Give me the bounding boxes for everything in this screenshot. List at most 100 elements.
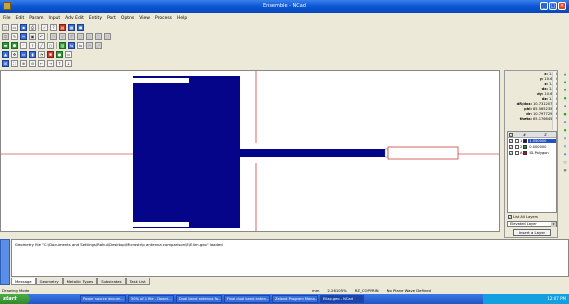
off-icon[interactable]: ◼ <box>77 23 84 31</box>
taskbar-item[interactable]: Dual band antenna fo... <box>176 295 222 303</box>
p2-icon[interactable]: ▢ <box>86 32 93 40</box>
p3-icon[interactable]: ▢ <box>95 32 102 40</box>
menu-process[interactable]: Process <box>155 16 172 21</box>
open-folder-icon[interactable]: ▭ <box>11 23 18 31</box>
tool-icon[interactable]: ● <box>563 128 568 133</box>
copy-icon[interactable]: ⧉ <box>2 32 9 40</box>
tool-icon[interactable]: ▬ <box>563 120 568 125</box>
menu-port[interactable]: Port <box>107 16 116 21</box>
tab-metallic-types[interactable]: Metallic Types <box>62 278 98 285</box>
tool-icon[interactable]: ◖ <box>563 144 568 149</box>
p1-icon[interactable]: ▢ <box>77 32 84 40</box>
antenna-icon[interactable]: ● <box>56 50 63 58</box>
zoom-in-icon[interactable]: ⊕ <box>20 59 27 67</box>
layer-lock-checkbox[interactable] <box>515 139 519 143</box>
port-icon[interactable]: ▮ <box>29 50 36 58</box>
tab-message[interactable]: Message <box>11 278 36 285</box>
path-icon[interactable]: ⌇ <box>29 41 36 49</box>
tool-icon[interactable]: ◗ <box>563 136 568 141</box>
rotate-icon[interactable]: ⟳ <box>86 41 93 49</box>
pan-up-icon[interactable]: ↑ <box>56 59 63 67</box>
select-icon[interactable]: ▲ <box>2 50 9 58</box>
grid-icon[interactable]: # <box>68 32 75 40</box>
zoom-fit-icon[interactable]: ⛶ <box>11 59 18 67</box>
minimize-button[interactable]: _ <box>540 2 548 10</box>
scale-icon[interactable]: ⤢ <box>95 41 102 49</box>
via-icon[interactable]: ○ <box>47 41 54 49</box>
layer-lock-checkbox[interactable] <box>515 151 519 155</box>
insert-layer-button[interactable]: Insert a Layer <box>513 229 551 236</box>
tool-icon[interactable]: ▲ <box>563 72 568 77</box>
menu-help[interactable]: Help <box>177 16 187 21</box>
snap-icon[interactable]: ⌖ <box>59 32 66 40</box>
undo-icon[interactable]: ↶ <box>38 32 45 40</box>
line-icon[interactable]: ╱ <box>38 41 45 49</box>
radius-icon[interactable]: ◔ <box>38 50 45 58</box>
move-icon[interactable]: ✥ <box>11 50 18 58</box>
box-icon[interactable]: ▭ <box>65 50 72 58</box>
reference-icon[interactable]: ✱ <box>47 50 54 58</box>
layers-icon[interactable]: ▤ <box>59 23 66 31</box>
layer-color-swatch[interactable] <box>523 151 528 155</box>
stretch-icon[interactable]: ⇔ <box>20 50 27 58</box>
tool-icon[interactable]: ▼ <box>563 88 568 93</box>
tab-geometry[interactable]: Geometry <box>35 278 63 285</box>
message-panel-handle[interactable] <box>0 239 10 285</box>
polygon-icon[interactable]: ⬟ <box>11 41 18 49</box>
pan-left-icon[interactable]: ← <box>38 59 45 67</box>
list-all-checkbox[interactable]: ✓ <box>508 215 512 219</box>
redo-icon[interactable]: ↷ <box>50 32 57 40</box>
layer-row[interactable]: ✓ A ID-Polygon <box>508 150 556 156</box>
taskbar-item[interactable]: Power source docum... <box>80 295 126 303</box>
layer-lock-checkbox[interactable] <box>515 145 519 149</box>
geometry-view[interactable] <box>1 71 500 232</box>
tool-icon[interactable]: ▦ <box>563 168 568 173</box>
paste-icon[interactable]: ▣ <box>29 32 36 40</box>
zoom-box-icon[interactable]: ⊞ <box>2 59 9 67</box>
list-all-layers-option[interactable]: ✓ List All Layers <box>507 214 557 220</box>
tool-icon[interactable]: ◫ <box>563 160 568 165</box>
chevron-down-icon[interactable]: ▾ <box>551 222 556 227</box>
menu-param[interactable]: Param <box>29 16 43 21</box>
drawing-canvas[interactable] <box>0 70 500 232</box>
taskbar-item[interactable]: Zeland Program Mana... <box>272 295 318 303</box>
tool-icon[interactable]: ■ <box>563 112 568 117</box>
gds-icon[interactable]: ▦ <box>68 23 75 31</box>
tab-substrates[interactable]: Substrates <box>97 278 126 285</box>
menu-input[interactable]: Input <box>49 16 61 21</box>
tool-icon[interactable]: ● <box>563 96 568 101</box>
pan-right-icon[interactable]: → <box>47 59 54 67</box>
layer-color-swatch[interactable] <box>523 145 528 149</box>
check-icon[interactable]: ✓ <box>41 23 48 31</box>
coords-scrollbar[interactable] <box>552 72 556 130</box>
mirror-icon[interactable]: ⇋ <box>77 41 84 49</box>
zoom-out-icon[interactable]: ⊖ <box>29 59 36 67</box>
maximize-button[interactable]: □ <box>549 2 557 10</box>
rectangle-icon[interactable]: ▬ <box>2 41 9 49</box>
flip-icon[interactable]: ⇆ <box>68 41 75 49</box>
menu-entity[interactable]: Entity <box>89 16 102 21</box>
menu-view[interactable]: View <box>139 16 150 21</box>
draw-icon[interactable]: ✎ <box>11 32 18 40</box>
taskbar-item[interactable]: Final dual band anten... <box>224 295 270 303</box>
menu-edit[interactable]: Edit <box>16 16 25 21</box>
cut-icon[interactable]: ✂ <box>20 32 27 40</box>
layer-visible-checkbox[interactable]: ✓ <box>509 145 513 149</box>
pan-down-icon[interactable]: ↓ <box>65 59 72 67</box>
arc-icon[interactable]: ◜ <box>20 41 27 49</box>
tool-icon[interactable]: ◆ <box>563 80 568 85</box>
help-icon[interactable]: ? <box>50 23 57 31</box>
tab-task-list[interactable]: Task List <box>125 278 150 285</box>
start-button[interactable]: start <box>0 294 30 304</box>
p4-icon[interactable]: ▢ <box>104 32 111 40</box>
layer-visible-checkbox[interactable]: ✓ <box>509 151 513 155</box>
print-icon[interactable]: ⎙ <box>29 23 36 31</box>
taskbar-item[interactable]: 50% of 1 file - Downl... <box>128 295 174 303</box>
menu-file[interactable]: File <box>3 16 11 21</box>
menu-adv-edit[interactable]: Adv Edit <box>65 16 84 21</box>
tool-icon[interactable]: ▪ <box>563 104 568 109</box>
new-file-icon[interactable]: □ <box>2 23 9 31</box>
menu-optns[interactable]: Optns <box>121 16 134 21</box>
save-icon[interactable]: ▪ <box>20 23 27 31</box>
taskbar-item[interactable]: Ellap.geo - NCad <box>320 295 364 303</box>
